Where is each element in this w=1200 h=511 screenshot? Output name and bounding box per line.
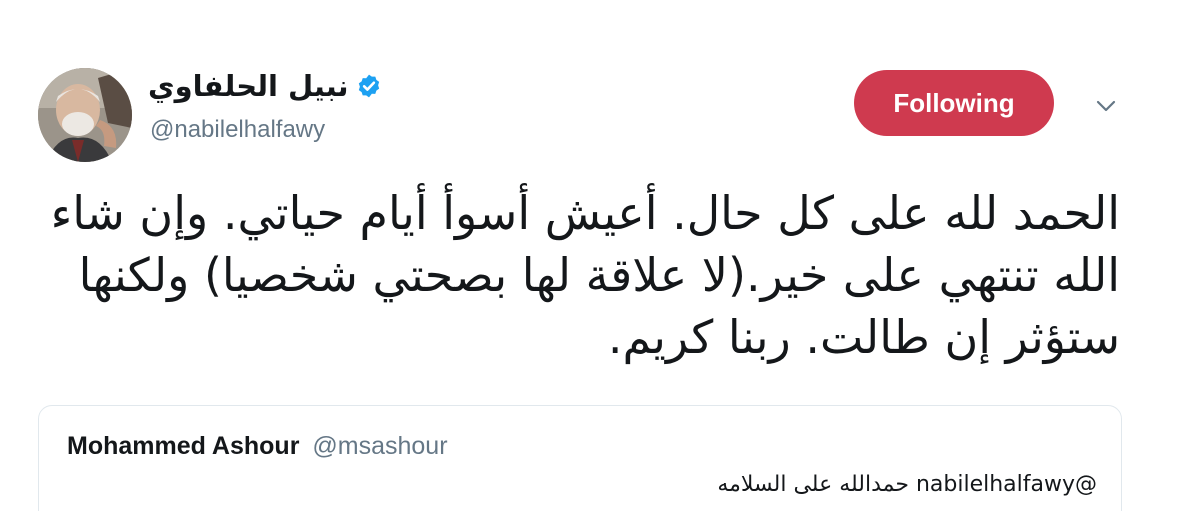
quoted-tweet-card[interactable]: Mohammed Ashour @msashour @nabilelhalfaw… — [38, 405, 1122, 511]
avatar-image — [38, 68, 132, 162]
quoted-author-name: Mohammed Ashour — [67, 432, 300, 460]
author-name-row[interactable]: نبيل الحلفاوي — [148, 66, 382, 106]
quoted-author-handle: @msashour — [312, 432, 448, 460]
avatar[interactable] — [38, 68, 132, 162]
verified-badge-icon — [359, 74, 380, 98]
author-display-name[interactable]: نبيل الحلفاوي — [148, 69, 348, 103]
following-button[interactable]: Following — [854, 70, 1054, 136]
author-handle[interactable]: @nabilelhalfawy — [150, 116, 325, 144]
tweet-text: الحمد لله على كل حال. أعيش أسوأ أيام حيا… — [50, 186, 1120, 364]
quoted-tweet-author: Mohammed Ashour @msashour — [67, 432, 448, 461]
chevron-down-icon[interactable] — [1094, 94, 1118, 118]
quoted-tweet-text: @nabilelhalfawy حمدالله على السلامه — [717, 472, 1097, 497]
